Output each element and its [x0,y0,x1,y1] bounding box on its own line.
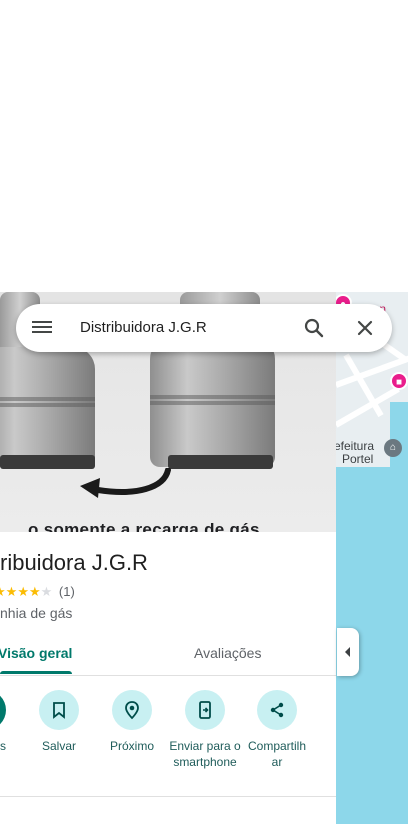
directions-button[interactable]: s [0,690,22,754]
map-label: efeitura [336,439,375,453]
nearby-label: Próximo [109,739,154,753]
search-bar[interactable]: Distribuidora J.G.R [16,304,392,352]
gas-cylinder-image [0,347,95,467]
map[interactable]: ● ermon ■ ⌂ efeitura Portel [336,292,408,824]
share-icon [257,690,297,730]
chevron-left-icon [345,647,350,657]
save-label: Salvar [41,739,76,753]
rating-count[interactable]: (1) [59,584,75,599]
search-input[interactable]: Distribuidora J.G.R [80,319,207,336]
send-to-phone-label: Enviar para o smartphone [169,739,241,769]
rating-row[interactable]: ★★★★★ (1) [0,584,75,600]
bookmark-icon [39,690,79,730]
share-label: Compartilhar [247,739,307,769]
send-to-phone-button[interactable]: Enviar para o smartphone [169,690,241,770]
tab-bar: Visão geral Avaliações [0,632,336,676]
government-building-icon[interactable]: ⌂ [384,439,402,457]
map-label: Portel [342,452,374,466]
tab-reviews[interactable]: Avaliações [194,645,261,661]
arrow-icon [80,468,171,498]
send-to-phone-icon [185,690,225,730]
active-tab-indicator [0,671,72,674]
cylinder-base [168,455,273,469]
star-icon: ★ [17,584,29,599]
directions-icon [0,690,6,730]
nearby-icon [112,690,152,730]
photo-caption: o somente a recarga de gás [28,520,260,532]
collapse-panel-button[interactable] [337,628,359,676]
cylinder-base [0,455,95,469]
save-button[interactable]: Salvar [23,690,95,754]
place-category[interactable]: nhia de gás [0,605,72,621]
star-icon: ★ [5,584,18,599]
action-row: s Salvar Próximo Enviar para o smartphon… [0,682,336,797]
menu-icon[interactable] [32,318,52,338]
search-icon[interactable] [302,316,326,340]
place-panel: o somente a recarga de gás ribuidora J.G… [0,292,336,824]
close-icon[interactable] [353,316,377,340]
star-icon: ★ [28,584,41,599]
tab-overview[interactable]: Visão geral [0,645,72,661]
nearby-button[interactable]: Próximo [96,690,168,754]
gas-cylinder-image [150,337,275,467]
star-empty-icon: ★ [40,584,53,599]
share-button[interactable]: Compartilhar [241,690,313,770]
hotel-pin-icon[interactable]: ■ [390,372,408,390]
place-title: ribuidora J.G.R [0,550,148,575]
